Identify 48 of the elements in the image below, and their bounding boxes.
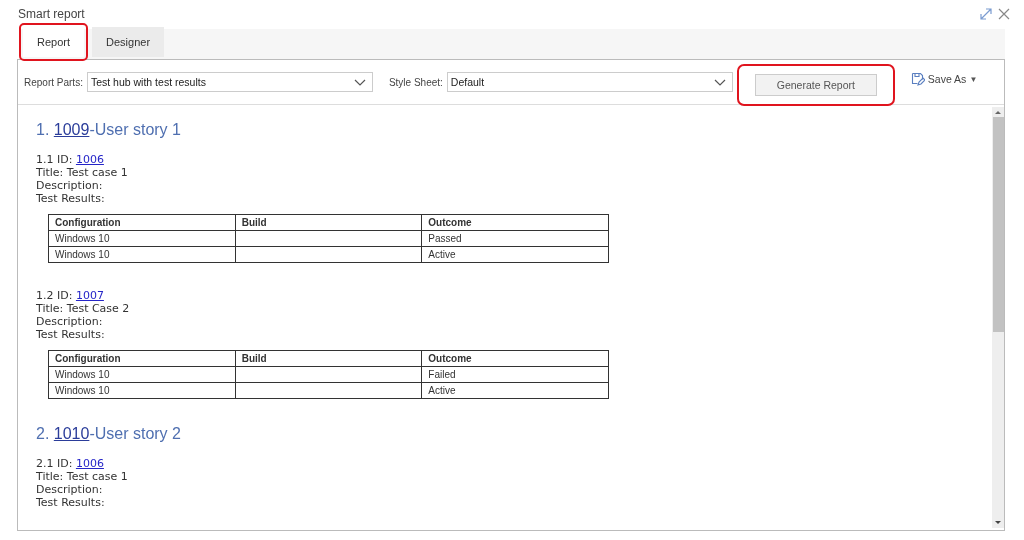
results-label: Test Results:: [36, 496, 106, 509]
expand-icon[interactable]: [980, 8, 992, 20]
tab[interactable]: Report: [23, 27, 85, 57]
chevron-icon: [353, 78, 366, 86]
story-heading: 1. 1009-User story 1: [36, 121, 182, 139]
column-header: Configuration: [48, 214, 236, 231]
results-label: Test Results:: [36, 192, 106, 205]
table-cell: Active: [428, 249, 456, 260]
window-title: Smart report: [18, 7, 85, 21]
save-icon: [910, 72, 925, 86]
case-link[interactable]: 1007: [75, 289, 104, 302]
table-cell: Windows 10: [55, 369, 110, 380]
story-link[interactable]: 1009: [53, 121, 90, 138]
case-title: Title: Test case 1: [36, 166, 129, 179]
table-cell: Failed: [428, 369, 456, 380]
case-title: Title: Test case 1: [36, 470, 129, 483]
table-cell: Windows 10: [55, 249, 110, 260]
table-cell: Windows 10: [55, 385, 110, 396]
save-as-button[interactable]: Save As ▼: [904, 71, 984, 87]
column-header: Build: [235, 214, 422, 231]
column-header: Outcome: [421, 350, 609, 367]
story-heading: 2. 1010-User story 2: [36, 425, 182, 443]
table-cell: Active: [428, 385, 456, 396]
case-title: Title: Test Case 2: [36, 302, 131, 315]
description-label: Description:: [36, 179, 104, 192]
field-label: Style Sheet:: [388, 76, 443, 88]
case-link[interactable]: 1006: [75, 457, 104, 470]
column-header: Configuration: [48, 350, 236, 367]
description-label: Description:: [36, 483, 104, 496]
case-id-line: 2.1 ID: 1006: [36, 457, 105, 470]
case-link[interactable]: 1006: [75, 153, 104, 166]
story-link[interactable]: 1010: [53, 425, 90, 442]
case-id-line: 1.2 ID: 1007: [36, 289, 105, 302]
scrollbar[interactable]: [992, 107, 1004, 528]
dropdown[interactable]: Test hub with test results: [86, 72, 373, 92]
results-label: Test Results:: [36, 328, 106, 341]
tab[interactable]: Designer: [92, 27, 165, 57]
column-header: Build: [235, 350, 422, 367]
close-icon[interactable]: [998, 8, 1010, 20]
table-cell: Passed: [428, 233, 462, 244]
table-cell: Windows 10: [55, 233, 110, 244]
chevron-icon: [713, 78, 726, 86]
field-label: Report Parts:: [24, 76, 83, 88]
case-id-line: 1.1 ID: 1006: [36, 153, 105, 166]
generate-report-button[interactable]: Generate Report: [754, 74, 877, 96]
dropdown[interactable]: Default: [446, 72, 733, 92]
description-label: Description:: [36, 315, 104, 328]
column-header: Outcome: [421, 214, 609, 231]
